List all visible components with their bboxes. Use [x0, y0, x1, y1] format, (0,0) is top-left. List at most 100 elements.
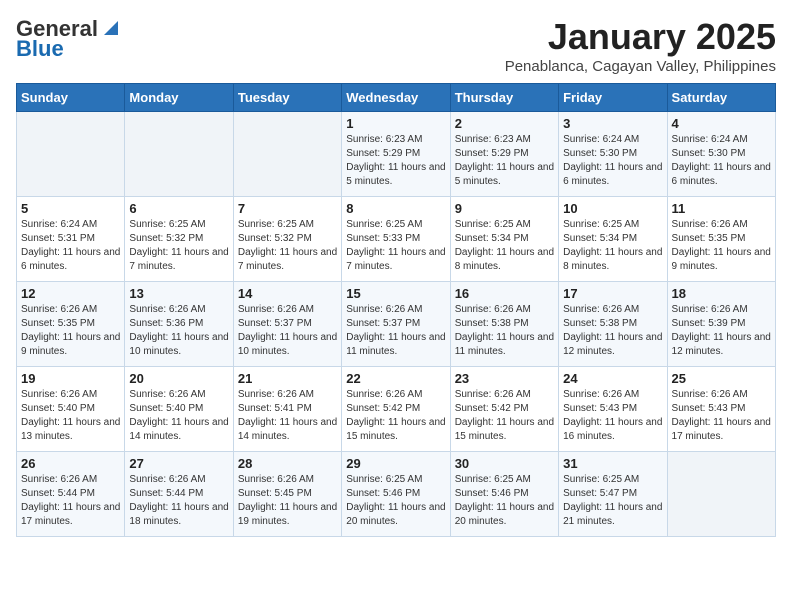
calendar-cell	[125, 112, 233, 197]
calendar-cell: 14 Sunrise: 6:26 AM Sunset: 5:37 PM Dayli…	[233, 282, 341, 367]
day-number: 29	[346, 456, 445, 471]
day-number: 2	[455, 116, 554, 131]
calendar-week-row: 5Sunrise: 6:24 AM Sunset: 5:31 PM Daylig…	[17, 197, 776, 282]
cell-details: Sunrise: 6:25 AM Sunset: 5:32 PM Dayligh…	[238, 218, 337, 274]
month-title: January 2025	[505, 16, 776, 58]
cell-details: Sunrise: 6:26 AM Sunset: 5:37 PM Dayligh…	[238, 303, 337, 359]
cell-details: Sunrise: 6:26 AM Sunset: 5:45 PM Dayligh…	[238, 473, 337, 529]
day-number: 14	[238, 286, 337, 301]
calendar-cell: 12Sunrise: 6:26 AM Sunset: 5:35 PM Dayli…	[17, 282, 125, 367]
logo-blue-text: Blue	[16, 36, 64, 62]
day-number: 7	[238, 201, 337, 216]
calendar-cell: 7 Sunrise: 6:25 AM Sunset: 5:32 PM Daylig…	[233, 197, 341, 282]
calendar-cell	[233, 112, 341, 197]
calendar-cell: 6 Sunrise: 6:25 AM Sunset: 5:32 PM Daylig…	[125, 197, 233, 282]
day-number: 26	[21, 456, 120, 471]
title-block: January 2025 Penablanca, Cagayan Valley,…	[505, 16, 776, 75]
cell-details: Sunrise: 6:26 AM Sunset: 5:44 PM Dayligh…	[21, 473, 120, 529]
day-number: 8	[346, 201, 445, 216]
day-number: 23	[455, 371, 554, 386]
cell-details: Sunrise: 6:25 AM Sunset: 5:46 PM Dayligh…	[346, 473, 445, 529]
day-number: 25	[672, 371, 771, 386]
calendar-cell: 13 Sunrise: 6:26 AM Sunset: 5:36 PM Dayli…	[125, 282, 233, 367]
cell-details: Sunrise: 6:23 AM Sunset: 5:29 PM Dayligh…	[346, 133, 445, 189]
calendar-week-row: 26 Sunrise: 6:26 AM Sunset: 5:44 PM Dayli…	[17, 452, 776, 537]
cell-details: Sunrise: 6:26 AM Sunset: 5:40 PM Dayligh…	[129, 388, 228, 444]
calendar-cell: 1Sunrise: 6:23 AM Sunset: 5:29 PM Daylig…	[342, 112, 450, 197]
calendar-week-row: 1Sunrise: 6:23 AM Sunset: 5:29 PM Daylig…	[17, 112, 776, 197]
page-header: General Blue January 2025 Penablanca, Ca…	[16, 16, 776, 75]
day-number: 19	[21, 371, 120, 386]
cell-details: Sunrise: 6:26 AM Sunset: 5:43 PM Dayligh…	[563, 388, 662, 444]
day-number: 16	[455, 286, 554, 301]
day-number: 20	[129, 371, 228, 386]
calendar-cell: 27 Sunrise: 6:26 AM Sunset: 5:44 PM Dayli…	[125, 452, 233, 537]
calendar-cell: 28 Sunrise: 6:26 AM Sunset: 5:45 PM Dayli…	[233, 452, 341, 537]
cell-details: Sunrise: 6:24 AM Sunset: 5:30 PM Dayligh…	[563, 133, 662, 189]
day-number: 12	[21, 286, 120, 301]
cell-details: Sunrise: 6:26 AM Sunset: 5:36 PM Dayligh…	[129, 303, 228, 359]
cell-details: Sunrise: 6:26 AM Sunset: 5:38 PM Dayligh…	[563, 303, 662, 359]
cell-details: Sunrise: 6:26 AM Sunset: 5:39 PM Dayligh…	[672, 303, 771, 359]
calendar-cell: 31Sunrise: 6:25 AM Sunset: 5:47 PM Dayli…	[559, 452, 667, 537]
cell-details: Sunrise: 6:26 AM Sunset: 5:42 PM Dayligh…	[346, 388, 445, 444]
calendar-cell: 29 Sunrise: 6:25 AM Sunset: 5:46 PM Dayli…	[342, 452, 450, 537]
calendar-table: SundayMondayTuesdayWednesdayThursdayFrid…	[16, 83, 776, 537]
calendar-cell: 2 Sunrise: 6:23 AM Sunset: 5:29 PM Daylig…	[450, 112, 558, 197]
cell-details: Sunrise: 6:26 AM Sunset: 5:42 PM Dayligh…	[455, 388, 554, 444]
calendar-cell	[17, 112, 125, 197]
calendar-cell: 24 Sunrise: 6:26 AM Sunset: 5:43 PM Dayli…	[559, 367, 667, 452]
day-number: 9	[455, 201, 554, 216]
header-sunday: Sunday	[17, 84, 125, 112]
cell-details: Sunrise: 6:26 AM Sunset: 5:37 PM Dayligh…	[346, 303, 445, 359]
calendar-cell: 17 Sunrise: 6:26 AM Sunset: 5:38 PM Dayli…	[559, 282, 667, 367]
cell-details: Sunrise: 6:26 AM Sunset: 5:35 PM Dayligh…	[672, 218, 771, 274]
cell-details: Sunrise: 6:23 AM Sunset: 5:29 PM Dayligh…	[455, 133, 554, 189]
day-number: 31	[563, 456, 662, 471]
calendar-cell: 20 Sunrise: 6:26 AM Sunset: 5:40 PM Dayli…	[125, 367, 233, 452]
calendar-cell: 18 Sunrise: 6:26 AM Sunset: 5:39 PM Dayli…	[667, 282, 775, 367]
day-number: 27	[129, 456, 228, 471]
calendar-cell: 3 Sunrise: 6:24 AM Sunset: 5:30 PM Daylig…	[559, 112, 667, 197]
day-number: 30	[455, 456, 554, 471]
day-number: 11	[672, 201, 771, 216]
calendar-cell: 10Sunrise: 6:25 AM Sunset: 5:34 PM Dayli…	[559, 197, 667, 282]
day-number: 17	[563, 286, 662, 301]
day-number: 13	[129, 286, 228, 301]
day-number: 3	[563, 116, 662, 131]
day-number: 18	[672, 286, 771, 301]
calendar-cell: 22Sunrise: 6:26 AM Sunset: 5:42 PM Dayli…	[342, 367, 450, 452]
calendar-cell: 19Sunrise: 6:26 AM Sunset: 5:40 PM Dayli…	[17, 367, 125, 452]
cell-details: Sunrise: 6:26 AM Sunset: 5:44 PM Dayligh…	[129, 473, 228, 529]
header-friday: Friday	[559, 84, 667, 112]
cell-details: Sunrise: 6:26 AM Sunset: 5:38 PM Dayligh…	[455, 303, 554, 359]
header-thursday: Thursday	[450, 84, 558, 112]
day-number: 5	[21, 201, 120, 216]
calendar-cell: 9 Sunrise: 6:25 AM Sunset: 5:34 PM Daylig…	[450, 197, 558, 282]
calendar-week-row: 19 Sunrise: 6:26 AM Sunset: 5:40 PM Dayli…	[17, 367, 776, 452]
logo: General Blue	[16, 16, 122, 62]
header-saturday: Saturday	[667, 84, 775, 112]
cell-details: Sunrise: 6:25 AM Sunset: 5:46 PM Dayligh…	[455, 473, 554, 529]
day-number: 28	[238, 456, 337, 471]
cell-details: Sunrise: 6:25 AM Sunset: 5:33 PM Dayligh…	[346, 218, 445, 274]
day-number: 4	[672, 116, 771, 131]
cell-details: Sunrise: 6:25 AM Sunset: 5:32 PM Dayligh…	[129, 218, 228, 274]
calendar-cell: 26 Sunrise: 6:26 AM Sunset: 5:44 PM Dayli…	[17, 452, 125, 537]
day-number: 15	[346, 286, 445, 301]
calendar-cell: 16 Sunrise: 6:26 AM Sunset: 5:38 PM Dayli…	[450, 282, 558, 367]
calendar-cell: 5Sunrise: 6:24 AM Sunset: 5:31 PM Daylig…	[17, 197, 125, 282]
cell-details: Sunrise: 6:25 AM Sunset: 5:34 PM Dayligh…	[455, 218, 554, 274]
location-title: Penablanca, Cagayan Valley, Philippines	[505, 58, 776, 75]
day-number: 10	[563, 201, 662, 216]
day-number: 24	[563, 371, 662, 386]
header-tuesday: Tuesday	[233, 84, 341, 112]
calendar-header-row: SundayMondayTuesdayWednesdayThursdayFrid…	[17, 84, 776, 112]
day-number: 6	[129, 201, 228, 216]
calendar-cell: 4Sunrise: 6:24 AM Sunset: 5:30 PM Daylig…	[667, 112, 775, 197]
cell-details: Sunrise: 6:26 AM Sunset: 5:41 PM Dayligh…	[238, 388, 337, 444]
day-number: 21	[238, 371, 337, 386]
logo-triangle-icon	[100, 17, 122, 39]
cell-details: Sunrise: 6:26 AM Sunset: 5:43 PM Dayligh…	[672, 388, 771, 444]
calendar-cell: 30 Sunrise: 6:25 AM Sunset: 5:46 PM Dayli…	[450, 452, 558, 537]
